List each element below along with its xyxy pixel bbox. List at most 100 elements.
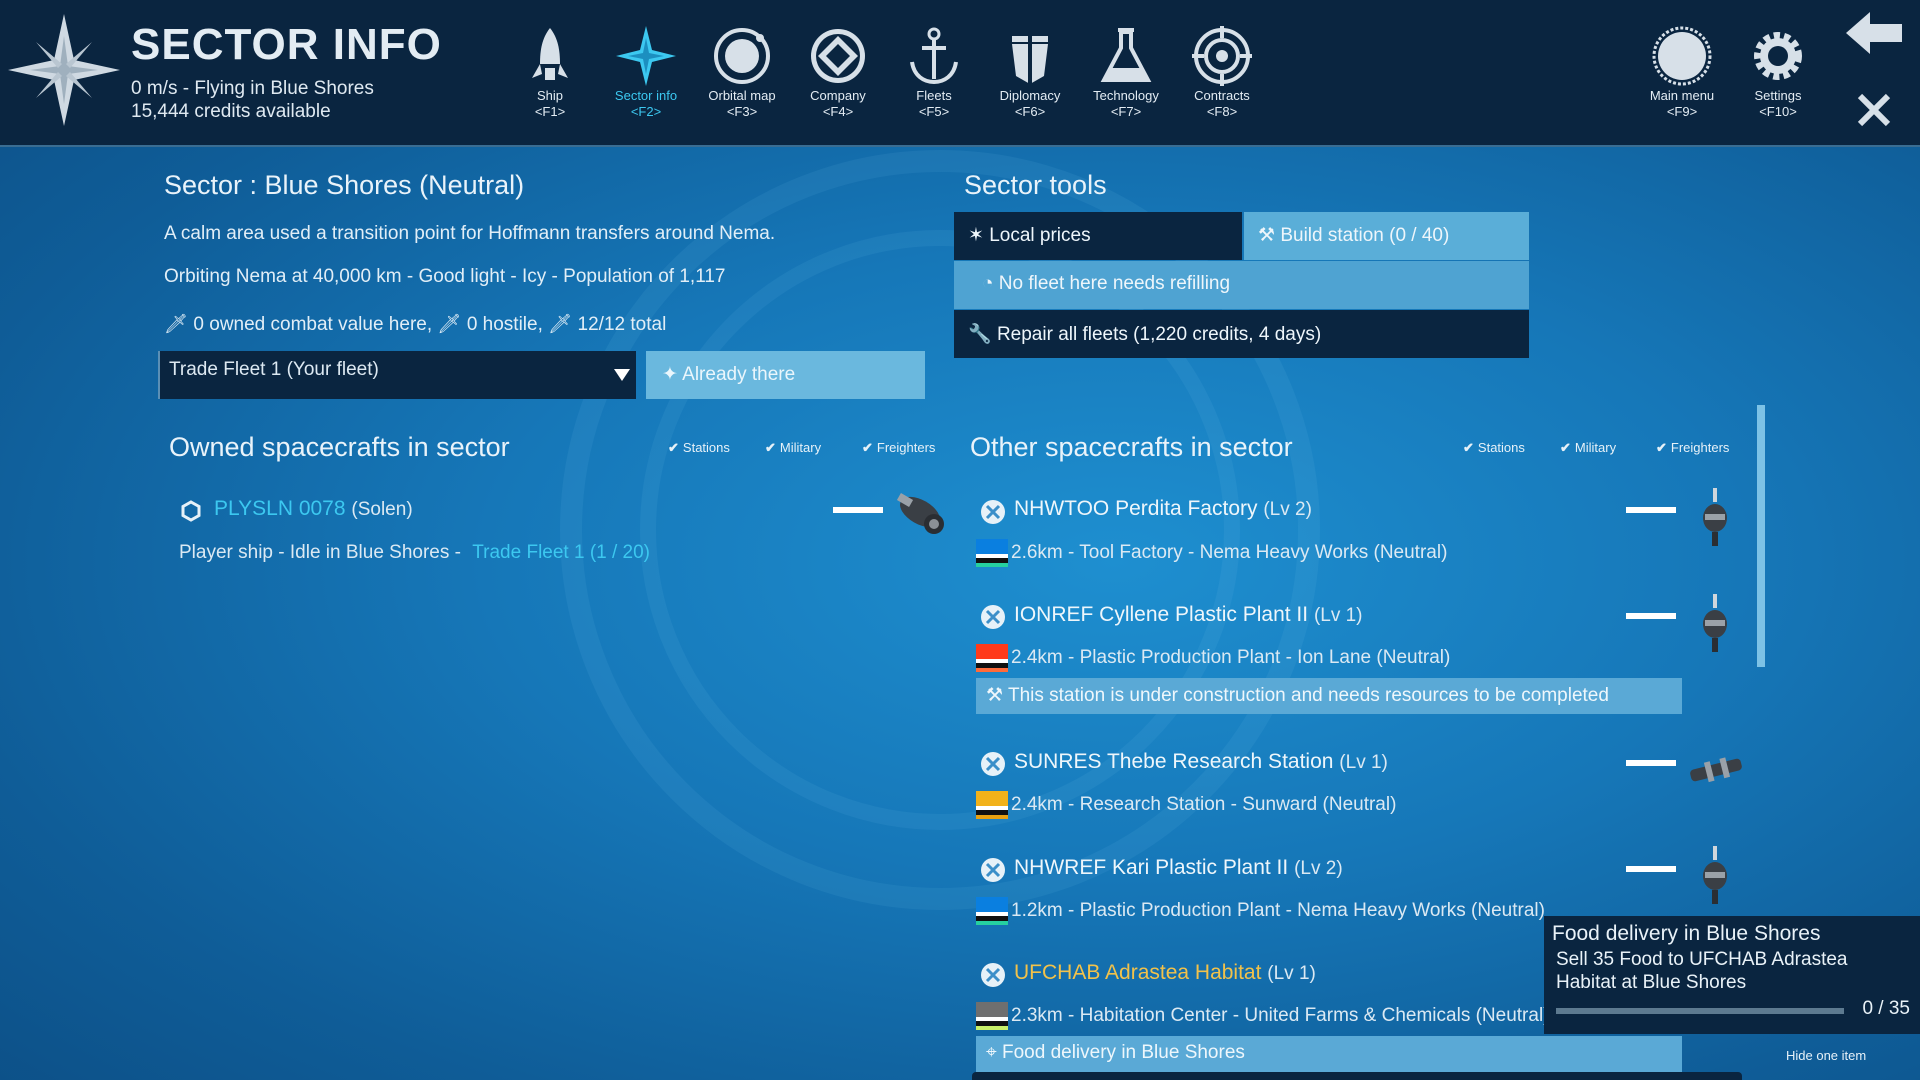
station-detail: 2.6km - Tool Factory - Nema Heavy Works … (1011, 542, 1448, 563)
others-filter-military[interactable]: ✔ Military (1560, 440, 1616, 456)
fleet-select-dropdown[interactable]: Trade Fleet 1 (Your fleet) (158, 351, 636, 399)
local-prices-label: Local prices (989, 225, 1091, 246)
owned-filter-freighters[interactable]: ✔ Freighters (862, 440, 935, 456)
station-name: UFCHAB Adrastea Habitat (1014, 961, 1262, 984)
nav-orbital-map[interactable]: Orbital map <F3> (694, 24, 790, 120)
nav-sector-info-label: Sector info (614, 88, 678, 103)
fleet-link[interactable]: Trade Fleet 1 (1 / 20) (472, 542, 650, 563)
construction-banner: ⚒ This station is under construction and… (976, 678, 1682, 714)
others-filter-freighters[interactable]: ✔ Freighters (1656, 440, 1729, 456)
station-item[interactable]: NHWTOO Perdita Factory (Lv 2) (1014, 497, 1312, 521)
compass-star-logo-icon (8, 14, 120, 126)
close-icon[interactable] (1856, 92, 1892, 128)
check-icon: ✔ (1560, 440, 1571, 455)
nav-company-label: Company (810, 88, 866, 103)
wrench-icon: 🔧 (968, 324, 992, 345)
nav-diplomacy[interactable]: Diplomacy <F6> (982, 24, 1078, 120)
star-icon: ✦ (662, 364, 678, 385)
neutral-faction-icon (981, 963, 1005, 987)
flask-icon (1100, 28, 1152, 82)
ship-thumbnail-icon (896, 493, 944, 534)
contract-banner[interactable]: ⌖ Food delivery in Blue Shores (976, 1036, 1682, 1072)
nav-technology[interactable]: Technology <F7> (1078, 24, 1174, 120)
nav-technology-key: <F7> (1110, 104, 1142, 119)
nav-orbital-map-label: Orbital map (708, 88, 776, 103)
refill-label: No fleet here needs refilling (998, 273, 1231, 294)
refill-button[interactable]: ◔ No fleet here needs refilling (954, 261, 1529, 309)
nav-fleets[interactable]: Fleets <F5> (886, 24, 982, 120)
nav-company-key: <F4> (822, 104, 854, 119)
combat-total: 12/12 total (577, 314, 667, 335)
station-name: NHWREF Kari Plastic Plant II (1014, 856, 1289, 879)
filter-military-label: Military (1574, 440, 1617, 455)
nav-contracts[interactable]: Contracts <F8> (1174, 24, 1270, 120)
nav-main-menu[interactable]: Main menu <F9> (1634, 24, 1730, 120)
nav-sector-info[interactable]: Sector info <F2> (598, 24, 694, 120)
faction-flag-icon (976, 897, 1008, 925)
target-icon: ⌖ (986, 1042, 997, 1063)
nav-settings-key: <F10> (1759, 104, 1797, 119)
nav-fleets-label: Fleets (916, 88, 952, 103)
tooltip-description: Sell 35 Food to UFCHAB Adrastea Habitat … (1556, 949, 1848, 993)
combat-value-line: 🗡 0 owned combat value here, 🗡 0 hostile… (164, 312, 666, 336)
nav-orbital-map-key: <F3> (726, 104, 758, 119)
neutral-faction-icon (981, 605, 1005, 629)
owned-filter-military[interactable]: ✔ Military (765, 440, 821, 456)
nav-ship-key: <F1> (534, 104, 566, 119)
others-scrollbar[interactable] (1757, 405, 1765, 667)
check-icon: ✔ (1463, 440, 1474, 455)
contract-banner-text: Food delivery in Blue Shores (1001, 1042, 1245, 1063)
nav-main-menu-key: <F9> (1666, 104, 1698, 119)
station-item[interactable]: UFCHAB Adrastea Habitat (Lv 1) (1014, 961, 1316, 985)
local-prices-button[interactable]: ✶ Local prices (954, 212, 1242, 260)
station-level: (Lv 1) (1313, 605, 1363, 626)
owned-filter-stations[interactable]: ✔ Stations (668, 440, 730, 456)
health-bar (1626, 507, 1676, 513)
repair-all-label: Repair all fleets (1,220 credits, 4 days… (996, 324, 1322, 345)
station-item[interactable]: NHWREF Kari Plastic Plant II (Lv 2) (1014, 856, 1343, 880)
hammer-icon: ⚒ (1258, 225, 1276, 246)
nav-settings[interactable]: Settings <F10> (1730, 24, 1826, 120)
gear-icon (1754, 32, 1802, 80)
nav-ship[interactable]: Ship <F1> (502, 24, 598, 120)
fleet-select-value: Trade Fleet 1 (Your fleet) (169, 359, 379, 380)
hammer-icon: ⚒ (986, 685, 1004, 706)
combat-hostile: 0 hostile, (466, 314, 543, 335)
filter-stations-label: Stations (1477, 440, 1525, 455)
anchor-icon (910, 27, 958, 85)
station-item[interactable]: SUNRES Thebe Research Station (Lv 1) (1014, 750, 1388, 774)
combat-owned: 0 owned combat value here, (193, 314, 433, 335)
tooltip-title: Food delivery in Blue Shores (1552, 922, 1821, 945)
back-arrow-icon[interactable] (1846, 12, 1902, 54)
health-bar (1626, 760, 1676, 766)
hexagon-icon (181, 500, 201, 522)
build-station-button[interactable]: ⚒ Build station (0 / 40) (1244, 212, 1529, 260)
build-station-label: Build station (0 / 40) (1280, 225, 1450, 246)
menu-circle-icon (1652, 26, 1712, 86)
nav-company[interactable]: Company <F4> (790, 24, 886, 120)
hide-one-item-button[interactable]: Hide one item (1786, 1048, 1866, 1063)
owned-ship-item[interactable]: PLYSLN 0078 (Solen) (214, 497, 413, 521)
tooltip-progress-bar (1556, 1008, 1844, 1014)
station-item[interactable]: IONREF Cyllene Plastic Plant II (Lv 1) (1014, 603, 1363, 627)
filter-freighters-label: Freighters (1670, 440, 1730, 455)
station-detail: 2.4km - Research Station - Sunward (Neut… (1011, 794, 1397, 815)
company-emblem-icon (811, 29, 865, 83)
sector-orbit-info: Orbiting Nema at 40,000 km - Good light … (164, 266, 726, 287)
already-there-label: Already there (682, 364, 796, 385)
health-bar (1626, 866, 1676, 872)
repair-all-button[interactable]: 🔧 Repair all fleets (1,220 credits, 4 da… (954, 310, 1529, 358)
station-name: IONREF Cyllene Plastic Plant II (1014, 603, 1309, 626)
already-there-button[interactable]: ✦ Already there (646, 351, 925, 399)
tooltip-progress-count: 0 / 35 (1862, 998, 1910, 1019)
station-thumbnail-icon (1703, 846, 1727, 904)
owned-section-heading: Owned spacecrafts in sector (169, 432, 510, 462)
contract-tooltip: Food delivery in Blue Shores Sell 35 Foo… (1544, 916, 1920, 1034)
owned-ship-name: PLYSLN 0078 (214, 497, 346, 520)
faction-flag-icon (976, 791, 1008, 819)
station-detail: 2.4km - Plastic Production Plant - Ion L… (1011, 647, 1451, 668)
neutral-faction-icon (981, 500, 1005, 524)
refill-icon: ◔ (982, 273, 994, 294)
credits-display: 15,444 credits available (131, 101, 331, 122)
others-filter-stations[interactable]: ✔ Stations (1463, 440, 1525, 456)
